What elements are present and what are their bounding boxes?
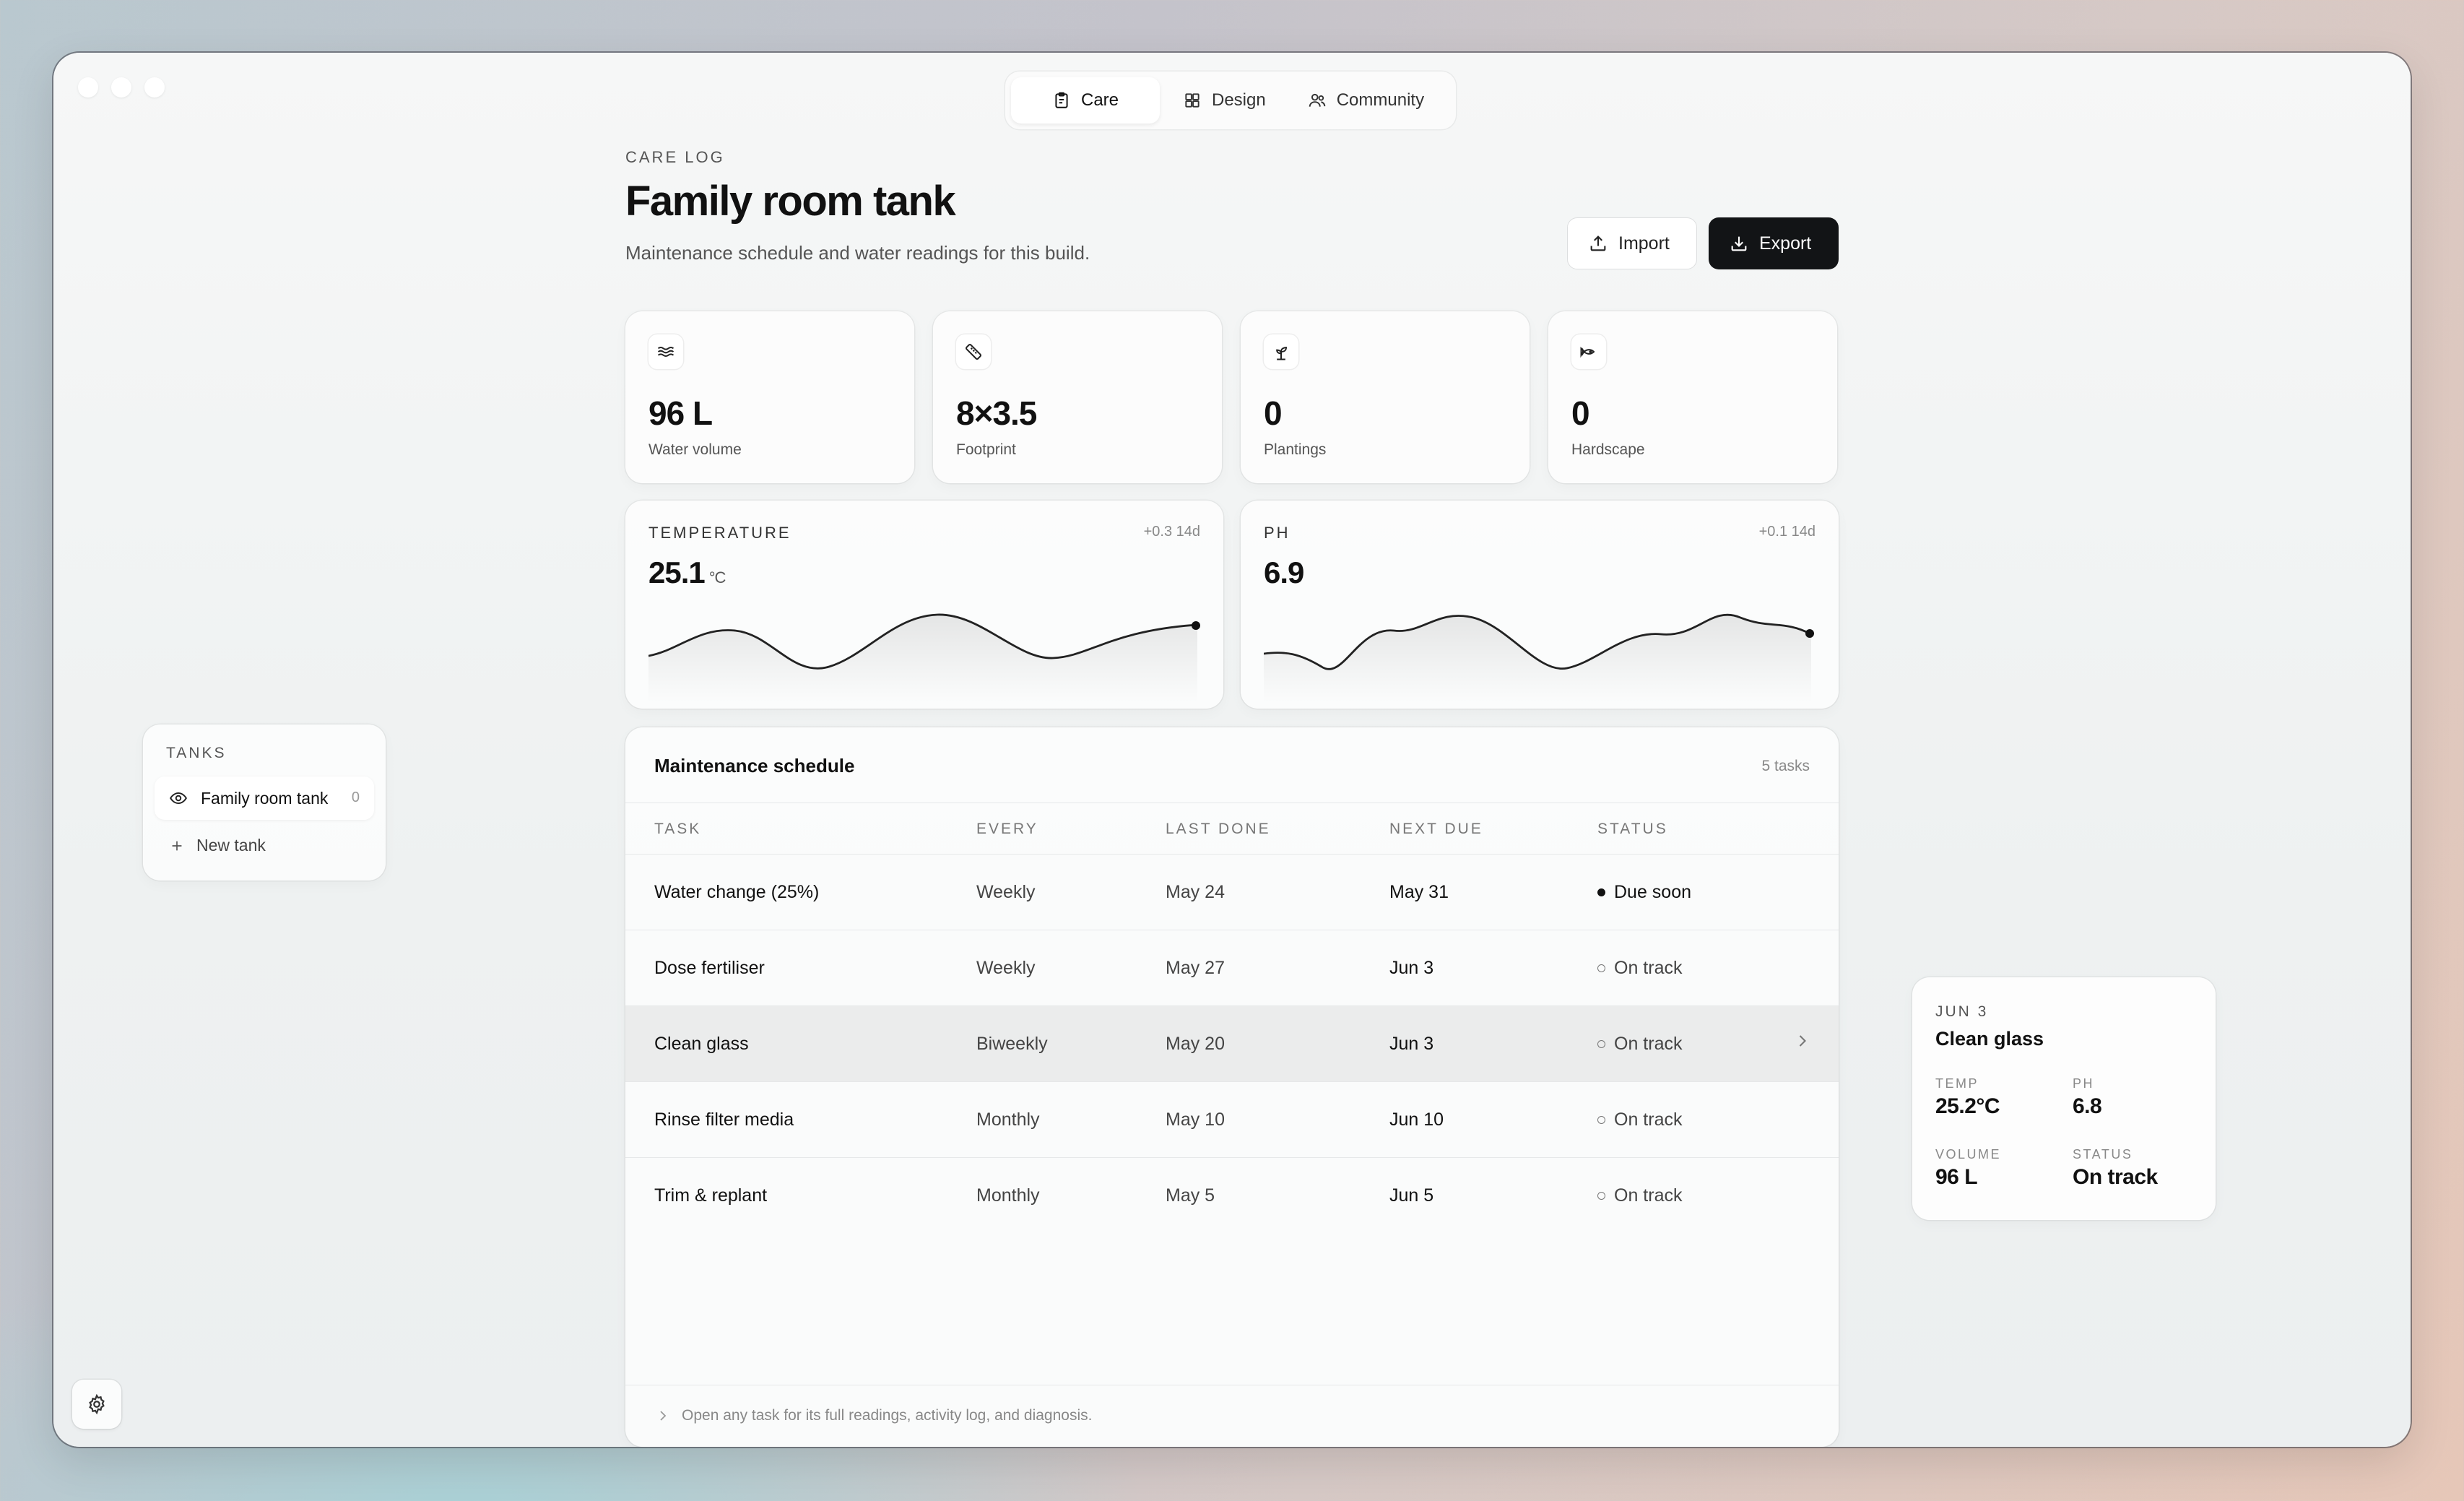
schedule-title: Maintenance schedule <box>654 755 855 777</box>
chevron-right-icon <box>660 1411 667 1421</box>
minimize-window-button[interactable] <box>111 77 131 98</box>
waves-icon <box>657 347 674 357</box>
stat-label: Water volume <box>648 441 742 458</box>
column-header[interactable]: LAST DONE <box>1166 821 1271 838</box>
grid-icon <box>1185 93 1200 108</box>
status-badge: On track <box>1597 958 1682 979</box>
tank-item[interactable]: Family room tank 0 <box>155 777 374 820</box>
detail-temp: 25.2°C <box>1935 1094 2000 1118</box>
column-header[interactable]: STATUS <box>1597 821 1668 838</box>
task-detail-popover: JUN 3 Clean glass TEMP 25.2°C PH 6.8 VOL… <box>1912 977 2216 1220</box>
detail-ph: 6.8 <box>2073 1094 2102 1118</box>
chart-value: 25.1 °C <box>648 555 726 589</box>
ph-sparkline <box>1264 613 1814 703</box>
chevron-right-icon[interactable] <box>1792 1031 1813 1051</box>
users-icon <box>1309 93 1325 107</box>
ruler-icon <box>966 344 981 360</box>
detail-status: On track <box>2073 1165 2158 1189</box>
schedule-count: 5 tasks <box>1761 758 1810 774</box>
stat-card-plantings: 0 Plantings <box>1241 311 1530 483</box>
stat-card-footprint: 8×3.5 Footprint <box>933 311 1222 483</box>
new-tank-button[interactable]: New tank <box>169 836 266 855</box>
table-footer: Open any task for its full readings, act… <box>625 1385 1839 1447</box>
stat-card-hardscape: 0 Hardscape <box>1548 311 1837 483</box>
chart-delta: +0.3 14d <box>1143 524 1200 540</box>
page-title: Family room tank <box>625 178 956 225</box>
settings-button[interactable] <box>72 1380 121 1429</box>
import-button[interactable]: Import <box>1567 217 1697 269</box>
tank-count: 0 <box>351 790 360 805</box>
temperature-card: TEMPERATURE +0.3 14d 25.1 °C <box>625 501 1223 709</box>
upload-icon <box>1590 235 1606 251</box>
temperature-sparkline <box>648 613 1200 703</box>
ph-card: PH +0.1 14d 6.9 <box>1241 501 1839 709</box>
tanks-panel: TANKS Family room tank 0 New tank <box>143 724 386 881</box>
stat-value: 8×3.5 <box>956 394 1037 432</box>
maintenance-schedule: Maintenance schedule 5 tasks TASK EVERY … <box>625 727 1839 1447</box>
sprout-icon <box>1276 347 1287 360</box>
eye-icon <box>170 792 187 805</box>
chart-label: TEMPERATURE <box>648 524 791 542</box>
tab-care[interactable]: Care <box>1011 77 1160 124</box>
page-subtitle: Maintenance schedule and water readings … <box>625 242 1090 264</box>
stat-value: 96 L <box>648 394 713 432</box>
table-row[interactable]: Clean glass Biweekly May 20 Jun 3 On tra… <box>625 1006 1839 1082</box>
fish-icon <box>1580 346 1595 358</box>
close-window-button[interactable] <box>78 77 98 98</box>
status-badge: On track <box>1597 1109 1682 1130</box>
column-header[interactable]: NEXT DUE <box>1389 821 1483 838</box>
status-badge: On track <box>1597 1185 1682 1206</box>
download-icon <box>1731 236 1747 251</box>
app-window: Care Design Community CARE LOG Family ro… <box>53 53 2411 1447</box>
stat-label: Hardscape <box>1571 441 1645 458</box>
detail-date: JUN 3 <box>1935 1003 1989 1020</box>
column-header[interactable]: EVERY <box>976 821 1038 838</box>
page-eyebrow: CARE LOG <box>625 148 725 166</box>
stat-value: 0 <box>1264 394 1283 432</box>
tab-design[interactable]: Design <box>1164 77 1285 124</box>
status-badge: On track <box>1597 1034 1682 1055</box>
maximize-window-button[interactable] <box>144 77 165 98</box>
status-badge: Due soon <box>1597 882 1691 903</box>
footer-hint: Open any task for its full readings, act… <box>682 1407 1093 1424</box>
chart-label: PH <box>1264 524 1290 542</box>
stat-value: 0 <box>1571 394 1590 432</box>
tab-community[interactable]: Community <box>1289 77 1443 124</box>
tanks-heading: TANKS <box>166 745 227 761</box>
table-row[interactable]: Trim & replant Monthly May 5 Jun 5 On tr… <box>625 1158 1839 1234</box>
plus-icon <box>172 841 182 850</box>
chart-value: 6.9 <box>1264 555 1304 589</box>
stat-label: Plantings <box>1264 441 1327 458</box>
detail-title: Clean glass <box>1935 1028 2044 1050</box>
table-header: TASK EVERY LAST DONE NEXT DUE STATUS <box>625 803 1839 855</box>
top-tabs: Care Design Community <box>1005 72 1456 129</box>
column-header[interactable]: TASK <box>654 821 701 838</box>
tank-name: Family room tank <box>201 789 329 808</box>
table-row[interactable]: Dose fertiliser Weekly May 27 Jun 3 On t… <box>625 930 1839 1006</box>
table-row[interactable]: Rinse filter media Monthly May 10 Jun 10… <box>625 1082 1839 1158</box>
table-row[interactable]: Water change (25%) Weekly May 24 May 31 … <box>625 855 1839 930</box>
export-button[interactable]: Export <box>1709 217 1839 269</box>
window-controls <box>78 77 165 98</box>
stat-label: Footprint <box>956 441 1016 458</box>
stat-card-water-volume: 96 L Water volume <box>625 311 914 483</box>
detail-volume: 96 L <box>1935 1165 1978 1189</box>
clipboard-icon <box>1055 92 1068 108</box>
gear-icon <box>89 1393 105 1415</box>
chart-delta: +0.1 14d <box>1758 524 1816 540</box>
